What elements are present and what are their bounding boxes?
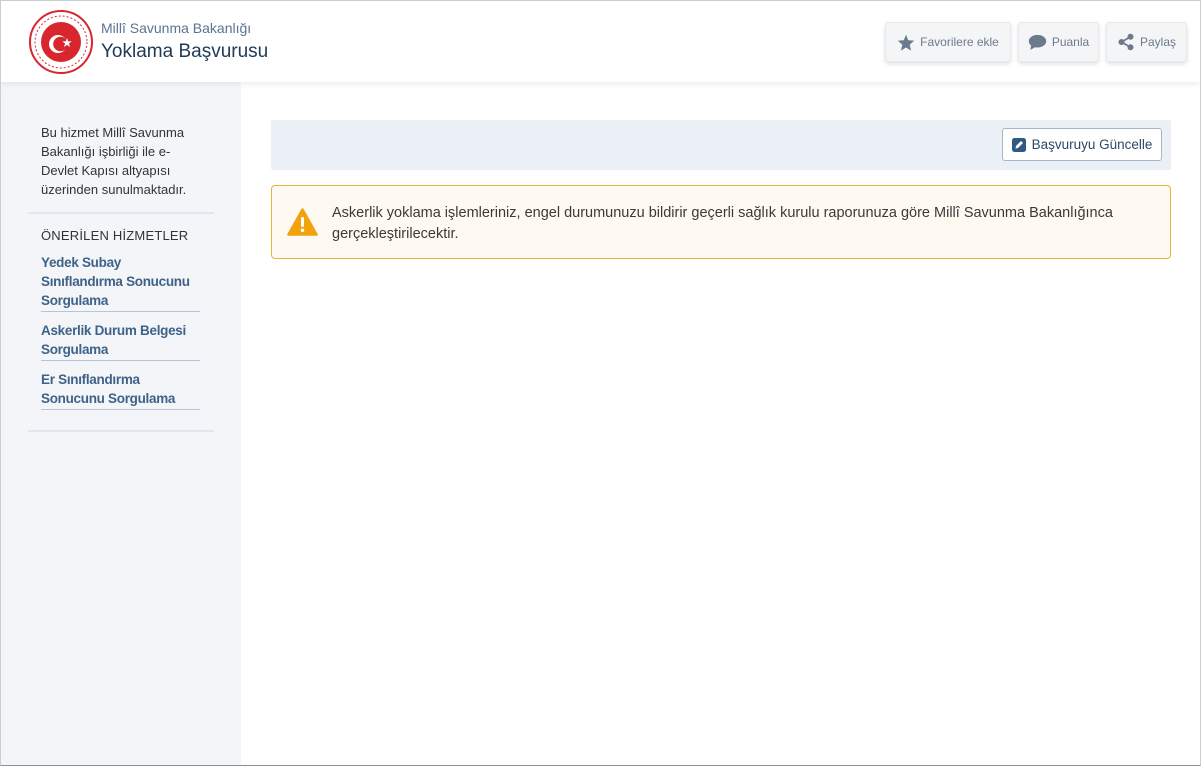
recommended-item-yedek-subay[interactable]: Yedek Subay Sınıflandırma Sonucunu Sorgu…: [41, 252, 200, 312]
share-button[interactable]: Paylaş: [1106, 22, 1187, 62]
comment-icon: [1028, 34, 1047, 50]
header: Millî Savunma Bakanlığı Yoklama Başvurus…: [1, 1, 1200, 82]
rate-button[interactable]: Puanla: [1018, 22, 1099, 62]
sidebar: Bu hizmet Millî Savunma Bakanlığı işbirl…: [1, 82, 241, 765]
recommended-item-er-siniflandirma[interactable]: Er Sınıflandırma Sonucunu Sorgulama: [41, 369, 200, 410]
sidebar-divider: [28, 212, 214, 214]
action-toolbar: Başvuruyu Güncelle: [271, 120, 1171, 170]
org-name: Millî Savunma Bakanlığı: [101, 20, 252, 36]
recommended-item-askerlik-durum[interactable]: Askerlik Durum Belgesi Sorgulama: [41, 320, 200, 361]
page-title: Yoklama Başvurusu: [101, 41, 269, 62]
msb-emblem-icon[interactable]: [28, 9, 94, 75]
sidebar-divider: [28, 430, 214, 432]
rate-label: Puanla: [1051, 35, 1090, 49]
edit-icon: [1011, 137, 1026, 152]
alert-message: Askerlik yoklama işlemleriniz, engel dur…: [332, 205, 1113, 242]
favorites-label: Favorilere ekle: [920, 35, 999, 49]
update-application-label: Başvuruyu Güncelle: [1031, 137, 1153, 152]
update-application-button[interactable]: Başvuruyu Güncelle: [1002, 128, 1162, 161]
favorites-button[interactable]: Favorilere ekle: [885, 22, 1011, 62]
warning-alert: Askerlik yoklama işlemleriniz, engel dur…: [271, 185, 1171, 259]
service-info-text: Bu hizmet Millî Savunma Bakanlığı işbirl…: [41, 125, 187, 197]
page-frame: Millî Savunma Bakanlığı Yoklama Başvurus…: [0, 0, 1201, 766]
share-label: Paylaş: [1139, 35, 1177, 49]
recommended-services-title: ÖNERİLEN HİZMETLER: [41, 228, 189, 243]
warning-icon: [287, 208, 318, 241]
star-icon: [898, 34, 915, 51]
recommended-services-list: Yedek Subay Sınıflandırma Sonucunu Sorgu…: [41, 252, 200, 418]
main-content: Başvuruyu Güncelle Askerlik yoklama işle…: [241, 82, 1200, 765]
share-icon: [1118, 33, 1134, 51]
